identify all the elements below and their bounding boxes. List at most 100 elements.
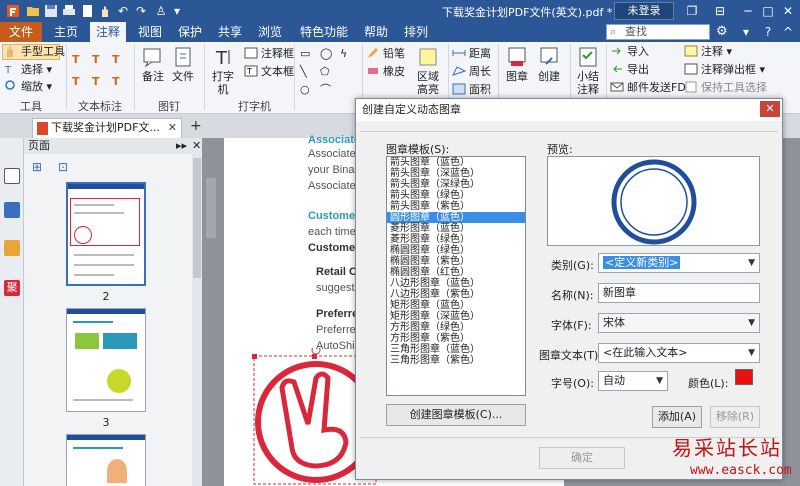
thumbnail-options-icon[interactable]: ⊞ xyxy=(32,160,42,174)
ju-app-icon[interactable]: 聚 xyxy=(4,280,20,296)
rectangle-shape-icon[interactable]: ▭ xyxy=(300,46,310,62)
undo-icon[interactable]: ↶ xyxy=(116,4,130,18)
list-item[interactable]: 方形图章（紫色） xyxy=(387,333,525,344)
note-button[interactable]: 备注 xyxy=(138,46,168,83)
perimeter-button[interactable]: 周长 xyxy=(452,64,491,80)
annotation-dropdown[interactable]: 注释 ▾ xyxy=(684,44,732,60)
comments-panel-icon[interactable] xyxy=(4,240,20,256)
tab-protect[interactable]: 保护 xyxy=(172,22,208,42)
select-tool-button[interactable]: T 选择 ▾ xyxy=(4,62,52,78)
login-button[interactable]: 未登录 xyxy=(614,2,674,20)
list-item[interactable]: 矩形图章（深蓝色） xyxy=(387,311,525,322)
scrollbar-grip[interactable] xyxy=(193,158,201,278)
minimize-icon[interactable]: ─ xyxy=(740,3,756,19)
list-item[interactable]: 箭头图章（深蓝色） xyxy=(387,168,525,179)
create-template-button[interactable]: 创建图章模板(C)... xyxy=(386,404,526,426)
tab-browse[interactable]: 浏览 xyxy=(252,22,288,42)
textbox-button[interactable]: T 文本框 xyxy=(244,64,294,80)
list-item[interactable]: 矩形图章（蓝色） xyxy=(387,300,525,311)
polyline-shape-icon[interactable]: ⌒ xyxy=(320,82,331,98)
panel-collapse-icon[interactable]: ▸▸ xyxy=(176,138,187,154)
document-tab[interactable]: 下载奖金计划PDF文... ✕ xyxy=(32,118,182,138)
list-item[interactable]: 箭头图章（蓝色） xyxy=(387,157,525,168)
add-button[interactable]: 添加(A) xyxy=(652,406,702,428)
eraser-button[interactable]: 橡皮 xyxy=(366,64,405,80)
tab-view[interactable]: 视图 xyxy=(132,22,168,42)
ribbon-minimize-icon[interactable]: ^ xyxy=(780,24,796,40)
highlight-text-icon[interactable]: T xyxy=(72,52,80,68)
export-button[interactable]: 导出 xyxy=(610,62,649,78)
bookmarks-panel-icon[interactable] xyxy=(4,202,20,218)
list-item[interactable]: 箭头图章（深绿色） xyxy=(387,179,525,190)
keep-tool-checkbox[interactable]: 保持工具选择 xyxy=(684,80,767,96)
file-attach-button[interactable]: 文件 xyxy=(168,46,198,83)
stamp-text-select[interactable]: <在此输入文本> ▼ xyxy=(598,343,760,363)
name-input[interactable]: 新图章 xyxy=(598,283,760,303)
thumbnail-scrollbar[interactable] xyxy=(192,154,202,486)
stamp-quick-icon[interactable]: ♙ xyxy=(154,4,168,18)
callout-button[interactable]: 注释框 xyxy=(244,46,294,62)
area-highlight-button[interactable]: 区域高亮 xyxy=(412,46,444,96)
tab-help[interactable]: 帮助 xyxy=(358,22,394,42)
list-item-selected[interactable]: 圆形图章（蓝色） xyxy=(387,212,525,223)
circle-shape-icon[interactable]: ○ xyxy=(300,82,310,98)
list-item[interactable]: 八边形图章（蓝色） xyxy=(387,278,525,289)
typewriter-button[interactable]: T 打字机 xyxy=(208,46,238,96)
stamp-template-list[interactable]: 箭头图章（蓝色） 箭头图章（深蓝色） 箭头图章（深绿色） 箭头图章（绿色） 箭头… xyxy=(386,156,526,396)
area-button[interactable]: 面积 xyxy=(452,82,491,98)
category-select[interactable]: <定义新类别> ▼ xyxy=(598,253,760,273)
email-fdf-button[interactable]: 邮件发送FDF xyxy=(610,80,692,96)
close-icon[interactable]: ✕ xyxy=(780,3,796,19)
list-item[interactable]: 三角形图章（蓝色） xyxy=(387,344,525,355)
list-item[interactable]: 菱形图章（蓝色） xyxy=(387,223,525,234)
page-thumbnail[interactable] xyxy=(66,182,146,286)
search-input[interactable]: ⌕ 查找 xyxy=(606,24,710,40)
new-doc-icon[interactable] xyxy=(80,4,94,18)
font-select[interactable]: 宋体 ▼ xyxy=(598,313,760,333)
tab-home[interactable]: 主页 xyxy=(48,22,84,42)
list-item[interactable]: 方形图章（绿色） xyxy=(387,322,525,333)
page-thumbnail[interactable] xyxy=(66,434,146,486)
tab-file[interactable]: 文件 xyxy=(0,22,42,42)
open-folder-icon[interactable] xyxy=(26,4,40,18)
pages-panel-icon[interactable] xyxy=(4,168,20,184)
strikeout-text-icon[interactable]: T xyxy=(112,52,120,68)
redo-icon[interactable]: ↷ xyxy=(134,4,148,18)
ellipse-shape-icon[interactable]: ◯ xyxy=(320,46,332,62)
tab-features[interactable]: 特色功能 xyxy=(294,22,354,42)
remove-button[interactable]: 移除(R) xyxy=(710,406,760,428)
list-item[interactable]: 三角形图章（紫色） xyxy=(387,355,525,366)
dialog-close-button[interactable]: ✕ xyxy=(760,101,780,117)
close-tab-icon[interactable]: ✕ xyxy=(168,119,177,137)
insert-text-icon[interactable]: T xyxy=(112,74,120,90)
list-item[interactable]: 椭圆图章（紫色） xyxy=(387,256,525,267)
pencil-button[interactable]: 铅笔 xyxy=(366,46,405,62)
zoom-tool-button[interactable]: 缩放 ▾ xyxy=(4,79,52,95)
lightning-shape-icon[interactable]: ϟ xyxy=(340,46,347,62)
ribbon-toggle-icon[interactable]: ⊟ xyxy=(712,3,728,19)
list-item[interactable]: 椭圆图章（绿色） xyxy=(387,245,525,256)
gear-icon[interactable]: ⚙ xyxy=(716,24,732,40)
list-item[interactable]: 椭圆图章（红色） xyxy=(387,267,525,278)
thumbnail-zoom-icon[interactable]: ⊡ xyxy=(58,160,68,174)
list-item[interactable]: 菱形图章（绿色） xyxy=(387,234,525,245)
list-item[interactable]: 八边形图章（紫色） xyxy=(387,289,525,300)
restore-icon[interactable]: ❐ xyxy=(684,3,700,19)
maximize-icon[interactable]: □ xyxy=(760,3,776,19)
customize-dropdown-icon[interactable]: ▾ xyxy=(170,4,184,18)
hand-tool-button[interactable]: 手型工具 xyxy=(4,44,65,60)
import-button[interactable]: 导入 xyxy=(610,44,649,60)
print-icon[interactable] xyxy=(62,4,76,18)
tab-share[interactable]: 共享 xyxy=(212,22,248,42)
ribbon-collapse-icon[interactable]: ▾ xyxy=(738,24,754,40)
underline-text-icon[interactable]: T xyxy=(92,52,100,68)
tab-comment[interactable]: 注释 xyxy=(90,22,126,42)
ok-button[interactable]: 确定 xyxy=(539,447,625,469)
new-tab-icon[interactable]: + xyxy=(190,118,202,134)
squiggly-text-icon[interactable]: T xyxy=(72,74,80,90)
save-icon[interactable] xyxy=(44,4,58,18)
list-item[interactable]: 箭头图章（绿色） xyxy=(387,190,525,201)
hand-icon[interactable] xyxy=(98,4,112,18)
list-item[interactable]: 箭头图章（紫色） xyxy=(387,201,525,212)
stamp-button[interactable]: 图章 xyxy=(502,46,532,83)
